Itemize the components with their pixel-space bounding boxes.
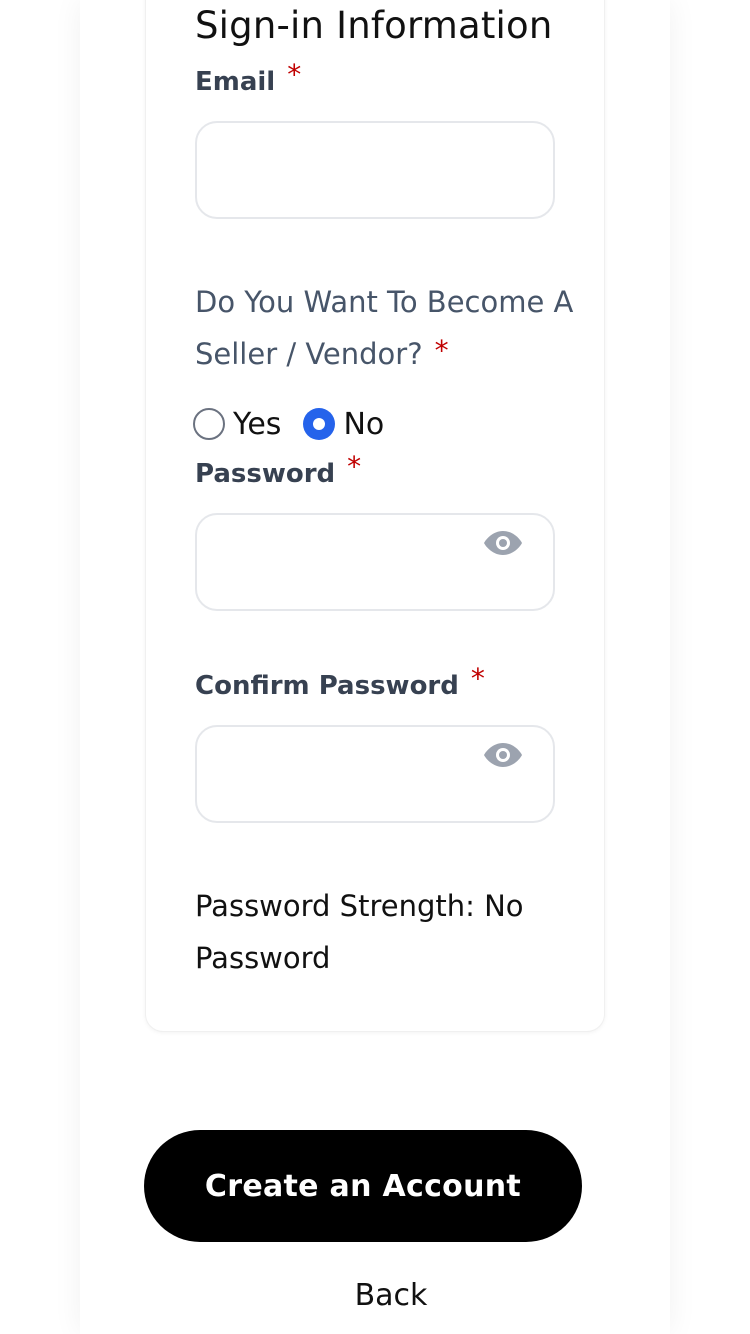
confirm-password-label-text: Confirm Password [195,671,459,701]
radio-yes[interactable] [193,408,225,440]
password-field-box[interactable] [195,513,555,611]
seller-question: Do You Want To Become A Seller / Vendor?… [195,276,575,381]
required-mark: * [470,662,485,695]
eye-icon[interactable] [483,739,523,771]
required-mark: * [287,58,302,91]
confirm-password-field[interactable] [213,727,483,821]
section-title: Sign-in Information [195,4,553,47]
create-account-button[interactable]: Create an Account [144,1130,582,1242]
password-strength: Password Strength: No Password [195,889,524,975]
radio-yes-label[interactable]: Yes [233,407,281,442]
required-mark: * [434,334,449,367]
seller-radio-group: Yes No [193,400,406,448]
email-field-box[interactable] [195,121,555,219]
email-label: Email * [195,58,301,97]
seller-question-text: Do You Want To Become A Seller / Vendor? [195,285,574,371]
back-link[interactable]: Back [0,1278,750,1313]
email-label-text: Email [195,67,276,97]
confirm-password-label: Confirm Password * [195,662,485,701]
password-label-text: Password [195,459,336,489]
radio-option-no[interactable]: No [303,407,384,442]
email-field[interactable] [213,123,483,217]
radio-no-label[interactable]: No [343,407,384,442]
confirm-password-field-box[interactable] [195,725,555,823]
radio-no[interactable] [303,408,336,440]
eye-icon[interactable] [483,527,523,559]
password-field[interactable] [213,515,483,609]
radio-option-yes[interactable]: Yes [193,407,281,442]
page: Sign-in Information Email * Do You Want T… [0,0,750,1334]
required-mark: * [347,450,362,483]
password-label: Password * [195,450,361,489]
